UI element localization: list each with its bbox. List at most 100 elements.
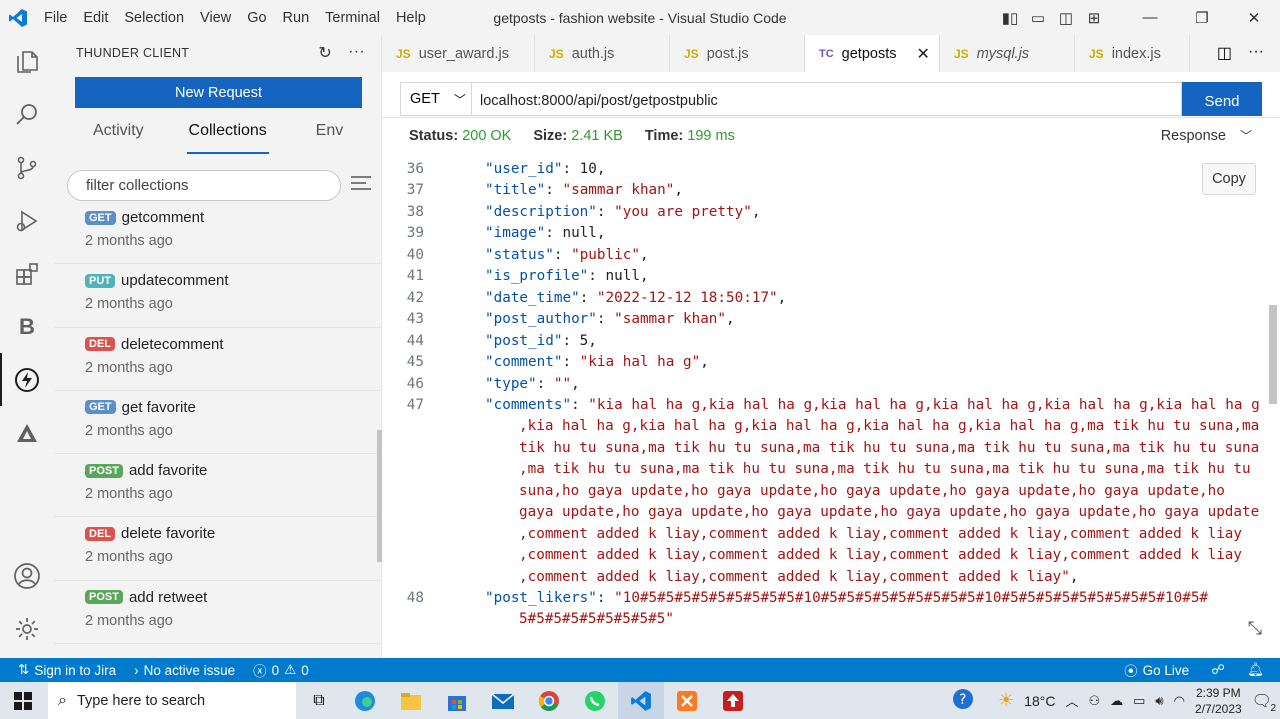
windows-start-icon[interactable] bbox=[0, 682, 46, 719]
notifications-bell-icon[interactable]: 🔔︎ bbox=[1247, 662, 1264, 678]
feedback-icon[interactable]: ☍ bbox=[1211, 662, 1225, 678]
restore-button[interactable]: ❐ bbox=[1179, 9, 1225, 27]
notification-center-icon[interactable]: 🗨︎ 2 bbox=[1252, 691, 1276, 714]
more-actions-icon[interactable]: ··· bbox=[1248, 43, 1264, 63]
tab-getposts[interactable]: TC getposts ✕ bbox=[805, 35, 940, 72]
minimize-button[interactable]: — bbox=[1127, 9, 1173, 26]
list-item[interactable]: PUT updatecomment 2 months ago bbox=[54, 264, 381, 328]
json-comma: , bbox=[639, 246, 649, 263]
menu-view[interactable]: View bbox=[200, 10, 231, 26]
time-label: Time: bbox=[644, 127, 684, 144]
tab-activity[interactable]: Activity bbox=[93, 116, 144, 154]
jira-status[interactable]: ⇅ Sign in to Jira bbox=[18, 662, 116, 678]
volume-icon[interactable]: 🔊︎ bbox=[1155, 693, 1163, 709]
chevron-right-icon: › bbox=[134, 662, 139, 678]
line-number: 40 bbox=[406, 246, 424, 263]
taskbar-search-box[interactable]: ⌕ Type here to search bbox=[48, 682, 296, 719]
upload-app-icon[interactable] bbox=[710, 682, 756, 719]
toggle-sidebar-icon[interactable]: ▮▯ bbox=[999, 9, 1021, 27]
thunder-client-icon[interactable] bbox=[0, 353, 54, 406]
account-icon[interactable] bbox=[0, 549, 54, 602]
tab-post-js[interactable]: JS post.js bbox=[670, 35, 805, 72]
json-comma: , bbox=[751, 203, 761, 220]
method-badge: POST bbox=[85, 463, 123, 478]
send-button[interactable]: Send bbox=[1182, 82, 1262, 116]
mail-icon[interactable] bbox=[480, 682, 526, 719]
close-window-button[interactable]: ✕ bbox=[1231, 9, 1277, 27]
source-control-icon[interactable] bbox=[0, 141, 54, 194]
tab-collections[interactable]: Collections bbox=[186, 116, 269, 154]
meet-now-icon[interactable]: ⚇ bbox=[1088, 693, 1100, 709]
chevron-up-icon[interactable]: ︿ bbox=[1065, 691, 1078, 710]
triangle-icon[interactable] bbox=[0, 406, 54, 459]
onedrive-cloud-icon[interactable]: ☁ bbox=[1110, 693, 1123, 709]
weather-temp[interactable]: 18°C bbox=[1024, 693, 1055, 709]
expand-icon[interactable]: ⤡ bbox=[1248, 618, 1262, 639]
chrome-icon[interactable] bbox=[526, 682, 572, 719]
filter-collections-input[interactable]: filter collections bbox=[67, 170, 341, 201]
menu-run[interactable]: Run bbox=[283, 10, 310, 26]
tab-label: index.js bbox=[1111, 45, 1161, 62]
tab-mysql-js[interactable]: JS mysql.js bbox=[940, 35, 1075, 72]
request-name: add favorite bbox=[128, 462, 208, 480]
explorer-icon[interactable] bbox=[0, 35, 54, 88]
customize-layout-icon[interactable]: ⊞ bbox=[1083, 9, 1105, 27]
list-item[interactable]: GET getcomment 2 months ago bbox=[54, 201, 381, 265]
more-actions-icon[interactable]: ··· bbox=[348, 43, 365, 63]
help-icon[interactable]: ? bbox=[952, 688, 974, 713]
b-icon[interactable]: B bbox=[0, 300, 54, 353]
svg-text:?: ? bbox=[959, 692, 966, 708]
settings-gear-icon[interactable] bbox=[0, 602, 54, 655]
list-item[interactable]: POST add favorite 2 months ago bbox=[54, 454, 381, 518]
toggle-panel-icon[interactable]: ▭ bbox=[1027, 9, 1049, 27]
menu-terminal[interactable]: Terminal bbox=[325, 10, 380, 26]
edge-browser-icon[interactable] bbox=[342, 682, 388, 719]
extensions-icon[interactable] bbox=[0, 247, 54, 300]
tab-auth-js[interactable]: JS auth.js bbox=[535, 35, 670, 72]
tab-index-js[interactable]: JS index.js bbox=[1075, 35, 1190, 72]
battery-icon[interactable]: ▭ bbox=[1133, 693, 1145, 709]
menu-edit[interactable]: Edit bbox=[83, 10, 108, 26]
problems-status[interactable]: ⓧ 0 ⚠ 0 bbox=[253, 660, 309, 680]
method-select[interactable]: GET ﹀ bbox=[400, 82, 472, 116]
json-value: "public" bbox=[562, 246, 640, 263]
issue-status[interactable]: › No active issue bbox=[134, 663, 235, 678]
run-debug-icon[interactable] bbox=[0, 194, 54, 247]
refresh-icon[interactable]: ↻ bbox=[318, 43, 332, 63]
response-scrollbar[interactable] bbox=[1269, 305, 1277, 404]
vscode-taskbar-icon[interactable] bbox=[618, 682, 664, 719]
search-icon[interactable] bbox=[0, 88, 54, 141]
url-input[interactable]: localhost:8000/api/post/getpostpublic bbox=[472, 82, 1182, 116]
response-view-select[interactable]: Response ﹀ bbox=[1161, 127, 1252, 144]
json-value: "" bbox=[545, 375, 572, 392]
menu-file[interactable]: File bbox=[44, 10, 67, 26]
close-tab-icon[interactable]: ✕ bbox=[917, 44, 930, 64]
list-item[interactable]: DEL deletecomment 2 months ago bbox=[54, 328, 381, 391]
list-item[interactable]: POST add retweet 2 months ago bbox=[54, 581, 381, 645]
toggle-secondary-sidebar-icon[interactable]: ◫ bbox=[1055, 9, 1077, 27]
clock[interactable]: 2:39 PM 2/7/2023 bbox=[1195, 685, 1242, 717]
sort-menu-icon[interactable] bbox=[350, 175, 372, 196]
copy-button[interactable]: Copy bbox=[1202, 163, 1256, 195]
tab-label: post.js bbox=[706, 45, 749, 62]
split-editor-icon[interactable]: ◫ bbox=[1217, 43, 1232, 63]
task-view-icon[interactable]: ⧉ bbox=[296, 682, 342, 719]
menu-go[interactable]: Go bbox=[247, 10, 266, 26]
tab-user-award-js[interactable]: JS user_award.js bbox=[382, 35, 535, 72]
menu-selection[interactable]: Selection bbox=[124, 10, 184, 26]
go-live-button[interactable]: ⦿ Go Live bbox=[1124, 660, 1189, 680]
list-item[interactable]: DEL delete favorite 2 months ago bbox=[54, 517, 381, 581]
file-explorer-icon[interactable] bbox=[388, 682, 434, 719]
menu-help[interactable]: Help bbox=[396, 10, 426, 26]
whatsapp-icon[interactable] bbox=[572, 682, 618, 719]
code-line: "is_profile": null, bbox=[485, 268, 649, 284]
request-time: 2 months ago bbox=[85, 233, 173, 249]
line-number: 44 bbox=[406, 332, 424, 349]
xampp-icon[interactable] bbox=[664, 682, 710, 719]
wifi-icon[interactable]: ◠ bbox=[1174, 693, 1185, 709]
tab-env[interactable]: Env bbox=[316, 116, 344, 154]
new-request-button[interactable]: New Request bbox=[75, 77, 362, 108]
json-colon: : bbox=[588, 268, 597, 285]
list-item[interactable]: GET get favorite 2 months ago bbox=[54, 391, 381, 455]
microsoft-store-icon[interactable] bbox=[434, 682, 480, 719]
